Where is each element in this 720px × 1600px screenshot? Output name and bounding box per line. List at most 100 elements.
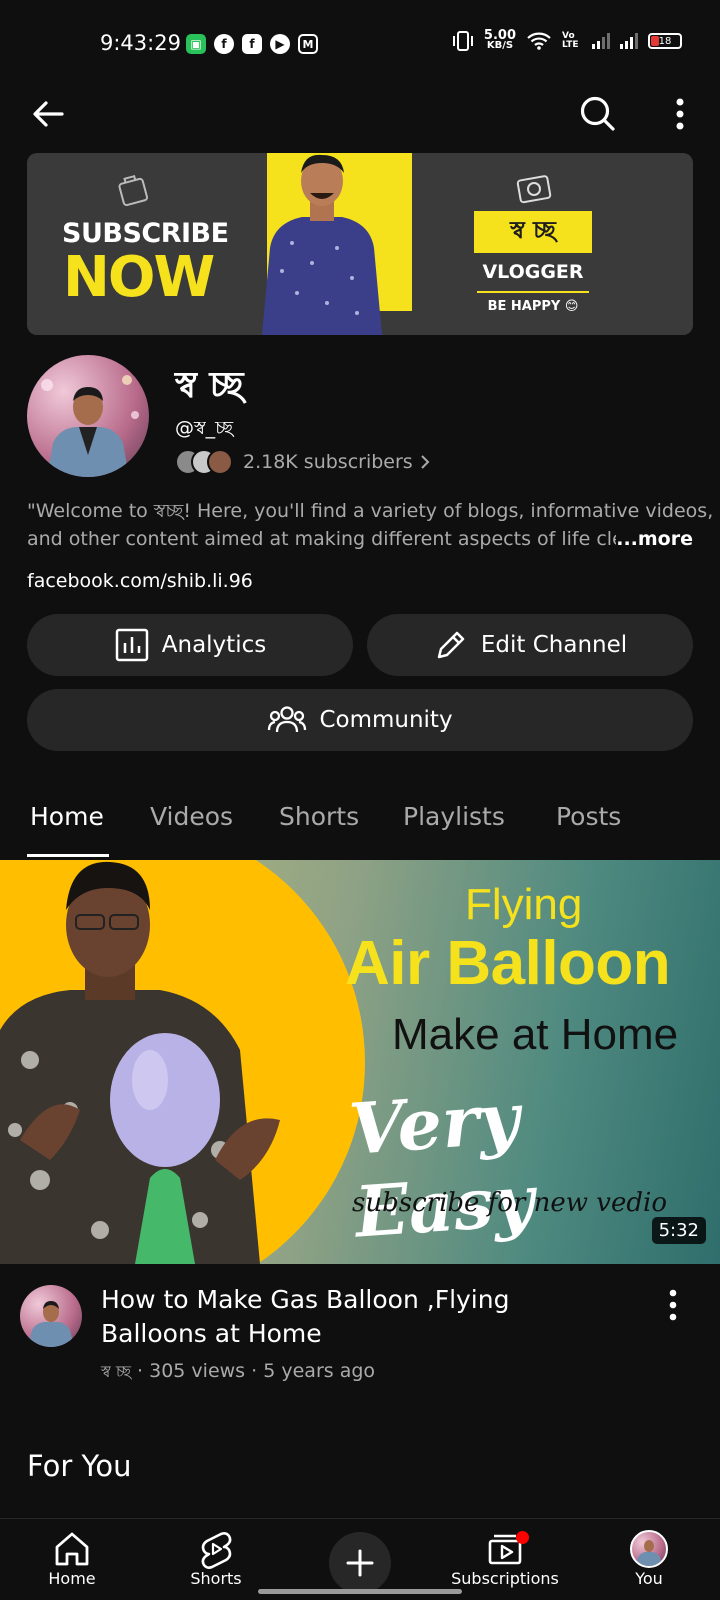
subscriber-avatars	[175, 448, 237, 476]
active-tab-indicator	[27, 854, 109, 857]
wifi-icon	[527, 32, 551, 50]
facebook-square-icon: f	[242, 34, 262, 54]
speed-unit: KB/S	[486, 40, 514, 51]
video-more-button[interactable]	[662, 1287, 684, 1323]
channel-avatar[interactable]	[27, 355, 149, 477]
video-channel-avatar[interactable]	[20, 1285, 82, 1347]
channel-description[interactable]: "Welcome to স্বচ্ছ! Here, you'll find a …	[27, 497, 714, 553]
banner-tagline: BE HAPPY 😊	[487, 299, 579, 314]
pencil-icon	[437, 631, 465, 659]
description-line-2: and other content aimed at making differ…	[27, 528, 617, 550]
home-icon	[55, 1532, 89, 1566]
channel-banner: SUBSCRIBE NOW স্ব চ্ছ VLOGGER BE HAPPY 😊	[27, 153, 693, 335]
avatar-person-image	[41, 375, 139, 477]
facebook-icon: f	[214, 34, 234, 54]
nav-subscriptions[interactable]: Subscriptions	[435, 1529, 575, 1588]
back-button[interactable]	[28, 94, 68, 134]
more-vertical-icon	[676, 98, 684, 130]
description-line-1: "Welcome to স্বচ্ছ! Here, you'll find a …	[27, 500, 714, 522]
gesture-bar[interactable]	[258, 1589, 462, 1594]
nav-home[interactable]: Home	[2, 1529, 142, 1588]
system-indicators: 5.00 KB/S Vo LTE 18	[452, 29, 682, 51]
edit-channel-label: Edit Channel	[480, 632, 628, 658]
signal-1-icon	[592, 33, 610, 49]
gmail-icon: M	[298, 34, 318, 54]
shorts-icon	[201, 1532, 232, 1569]
nav-shorts-label: Shorts	[190, 1569, 242, 1588]
banner-brand-label: স্ব চ্ছ	[474, 211, 592, 253]
you-avatar-person-image	[636, 1540, 662, 1566]
status-time: 9:43:29	[100, 31, 181, 55]
video-avatar-person-image	[28, 1301, 74, 1347]
channel-link[interactable]: facebook.com/shib.li.96	[27, 570, 253, 592]
analytics-label: Analytics	[161, 632, 267, 658]
tab-home[interactable]: Home	[30, 802, 104, 831]
video-age: 5 years ago	[263, 1360, 376, 1382]
bottom-navigation: Home Shorts Subscriptions You	[0, 1518, 720, 1600]
arrow-left-icon	[33, 101, 64, 127]
analytics-button[interactable]: Analytics	[27, 614, 353, 676]
thumbnail-text-air-balloon: Air Balloon	[345, 929, 671, 998]
tab-posts[interactable]: Posts	[556, 802, 621, 831]
nav-you[interactable]: You	[579, 1529, 719, 1588]
more-options-button[interactable]	[662, 94, 698, 134]
create-button[interactable]	[329, 1532, 391, 1594]
signal-2-icon	[620, 33, 638, 49]
video-views: 305 views	[149, 1360, 246, 1382]
community-button[interactable]: Community	[27, 689, 693, 751]
community-label: Community	[319, 707, 453, 733]
status-bar: 9:43:29 ▣ f f ▶ M 5.00 KB/S Vo LTE 18	[0, 0, 720, 90]
thumbnail-text-subscribe: subscribe for new vedio	[352, 1188, 667, 1218]
thumbnail-text-flying: Flying	[465, 880, 583, 929]
edit-channel-button[interactable]: Edit Channel	[367, 614, 693, 676]
channel-name: স্ব চ্ছ	[175, 365, 244, 406]
battery-icon: 18	[648, 33, 682, 49]
notification-icons: ▣ f f ▶ M	[186, 34, 318, 54]
camera-icon	[516, 175, 552, 204]
meta-separator: ·	[251, 1360, 264, 1382]
notification-dot	[516, 1531, 529, 1544]
you-avatar	[630, 1530, 668, 1568]
vibrate-icon	[452, 31, 473, 51]
chevron-right-icon	[420, 455, 430, 469]
thumbnail-text-make-at-home: Make at Home	[392, 1010, 679, 1059]
subscriber-count: 2.18K subscribers	[243, 451, 413, 473]
channel-tabs: Home Videos Shorts Playlists Posts	[0, 790, 720, 858]
plus-icon	[346, 1549, 374, 1577]
nav-shorts[interactable]: Shorts	[146, 1529, 286, 1588]
more-link[interactable]: ...more	[616, 525, 693, 553]
nav-home-label: Home	[48, 1569, 96, 1588]
youtube-icon: ▶	[270, 34, 290, 54]
nav-subscriptions-label: Subscriptions	[451, 1569, 559, 1588]
tab-videos[interactable]: Videos	[150, 802, 233, 831]
app-notification-icon: ▣	[186, 34, 206, 54]
community-icon	[268, 706, 307, 733]
battery-level: 18	[658, 35, 672, 47]
banner-now-text: NOW	[63, 245, 215, 310]
volte-label: Vo LTE	[562, 31, 579, 50]
tab-playlists[interactable]: Playlists	[403, 802, 505, 831]
banner-person-image	[262, 154, 382, 335]
channel-handle: @স্ব_চ্ছ	[175, 417, 234, 439]
video-duration-badge: 5:32	[651, 1217, 706, 1244]
more-vertical-icon	[669, 1289, 677, 1321]
subscribers-row[interactable]: 2.18K subscribers	[175, 448, 431, 476]
video-title[interactable]: How to Make Gas Balloon ,Flying Balloons…	[101, 1283, 621, 1351]
subscriber-avatar	[207, 449, 233, 475]
video-thumbnail[interactable]: Flying Air Balloon Make at Home Very Eas…	[0, 860, 720, 1264]
video-channel-name: স্ব চ্ছ	[101, 1362, 131, 1381]
top-app-bar	[0, 88, 720, 138]
tab-shorts[interactable]: Shorts	[279, 802, 359, 831]
luggage-icon	[118, 174, 149, 207]
search-button[interactable]	[578, 94, 618, 134]
section-title-for-you: For You	[27, 1449, 132, 1483]
search-icon	[580, 96, 615, 131]
nav-you-label: You	[635, 1569, 663, 1588]
meta-separator: ·	[137, 1360, 150, 1382]
banner-vlogger-text: VLOGGER	[482, 261, 584, 283]
analytics-icon	[115, 628, 149, 662]
thumbnail-person-image	[0, 861, 280, 1264]
banner-divider	[477, 291, 589, 293]
network-speed: 5.00 KB/S	[484, 29, 516, 51]
video-metadata: স্ব চ্ছ · 305 views · 5 years ago	[101, 1359, 375, 1386]
